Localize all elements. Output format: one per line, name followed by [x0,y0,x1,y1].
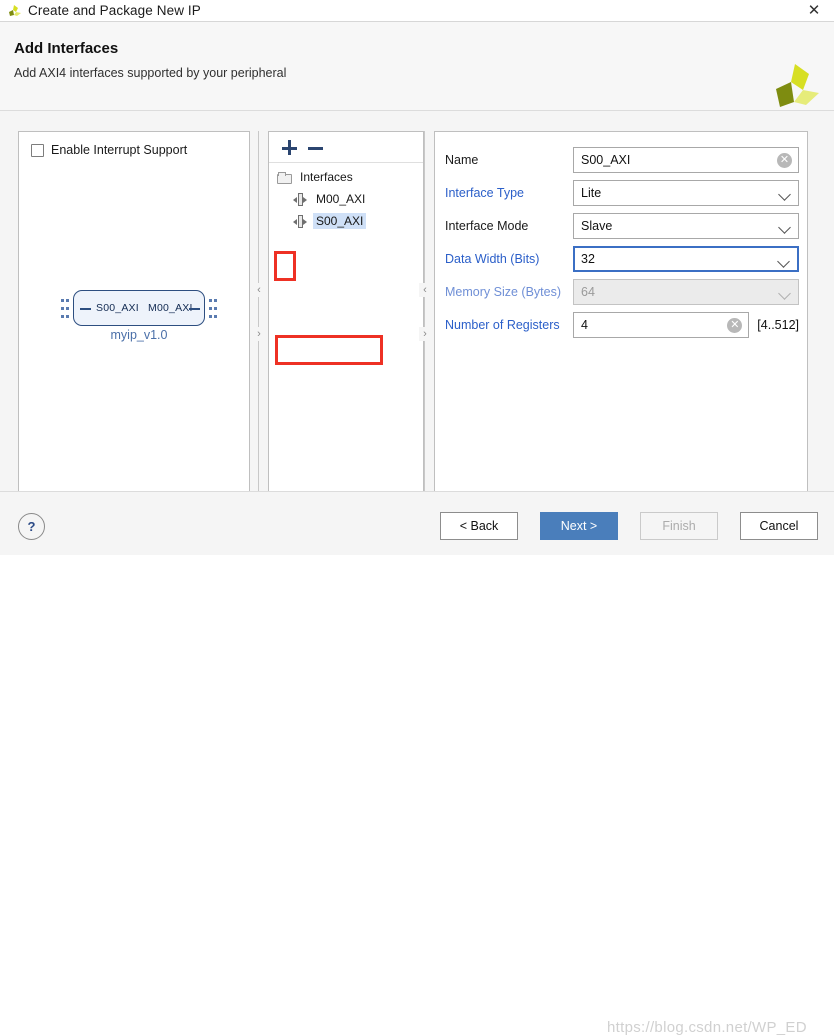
field-label-number-of-registers[interactable]: Number of Registers [445,318,573,332]
field-row-interface-mode: Interface Mode Slave [445,210,799,242]
xilinx-logo [768,62,820,110]
number-of-registers-range: [4..512] [757,318,799,332]
cancel-button[interactable]: Cancel [740,512,818,540]
field-row-name: Name S00_AXI ✕ [445,144,799,176]
add-interface-button[interactable] [279,138,299,158]
interface-type-value: Lite [581,186,602,200]
window-titlebar: Create and Package New IP ✕ [0,0,834,21]
watermark-text: https://blog.csdn.net/WP_ED [607,1019,807,1036]
field-row-memory-size: Memory Size (Bytes) 64 [445,276,799,308]
back-button-label: < Back [459,519,499,533]
splitter-bar [258,131,259,495]
tree-root-label: Interfaces [300,170,353,184]
slave-port-stub [80,308,91,310]
tree-root-interfaces[interactable]: Interfaces [269,166,423,188]
finish-button-label: Finish [662,519,696,533]
interface-type-select[interactable]: Lite [573,180,799,206]
help-button[interactable]: ? [18,513,45,540]
master-port-stub [189,308,200,310]
page-subtitle: Add AXI4 interfaces supported by your pe… [14,66,287,80]
close-icon[interactable]: ✕ [804,1,824,19]
splitter-bar [424,131,425,495]
interface-properties-form: Name S00_AXI ✕ Interface Type Lite Inter… [445,144,799,342]
expand-right-icon[interactable]: › [419,327,431,341]
memory-size-value: 64 [581,285,595,299]
bus-interface-icon [293,192,307,206]
page-title: Add Interfaces [14,40,119,57]
tree-item-label: S00_AXI [313,213,367,229]
tree-item-label: M00_AXI [316,192,366,206]
interface-mode-value: Slave [581,219,613,233]
tree-item-m00-axi[interactable]: M00_AXI [269,188,423,210]
collapse-left-icon[interactable]: ‹ [419,283,431,297]
memory-size-select: 64 [573,279,799,305]
collapse-left-icon[interactable]: ‹ [253,283,265,297]
interface-properties-panel: Name S00_AXI ✕ Interface Type Lite Inter… [434,131,808,495]
ip-block-diagram: S00_AXI M00_AXI myip_v1.0 [59,290,219,352]
wizard-footer: ? < Back Next > Finish Cancel https://bl… [0,492,834,1036]
interfaces-toolbar [269,132,423,163]
number-of-registers-value: 4 [581,318,588,332]
finish-button: Finish [640,512,718,540]
enable-interrupt-support-checkbox[interactable]: Enable Interrupt Support [31,143,187,157]
slave-port-label: S00_AXI [96,302,139,314]
cancel-button-label: Cancel [759,519,799,533]
left-pin-markers [61,299,69,318]
field-label-interface-mode: Interface Mode [445,219,529,233]
interface-mode-select[interactable]: Slave [573,213,799,239]
field-label-interface-type[interactable]: Interface Type [445,186,573,200]
interfaces-tree-panel: Interfaces M00_AXI S00_AXI [268,131,424,495]
chevron-down-icon [778,188,791,201]
wizard-header: Add Interfaces Add AXI4 interfaces suppo… [0,22,834,110]
ip-module-name: myip_v1.0 [110,328,168,342]
back-button[interactable]: < Back [440,512,518,540]
number-of-registers-input[interactable]: 4 ✕ [573,312,750,338]
chevron-down-icon [778,221,791,234]
clear-icon[interactable]: ✕ [727,318,743,333]
checkbox-box[interactable] [31,143,44,157]
wizard-body: Enable Interrupt Support S00_AXI M00_AXI [0,111,834,495]
splitter-left[interactable]: ‹ › [252,131,266,495]
ip-block-body[interactable]: S00_AXI M00_AXI [73,290,205,326]
checkbox-label: Enable Interrupt Support [51,143,188,157]
preview-panel: Enable Interrupt Support S00_AXI M00_AXI [18,131,250,495]
field-row-data-width: Data Width (Bits) 32 [445,243,799,275]
name-input[interactable]: S00_AXI ✕ [573,147,799,173]
data-width-value: 32 [581,252,595,266]
data-width-select[interactable]: 32 [573,246,799,272]
master-port-label: M00_AXI [148,302,193,314]
clear-icon[interactable]: ✕ [777,153,792,168]
remove-interface-button[interactable] [305,138,325,158]
field-label-data-width[interactable]: Data Width (Bits) [445,252,573,266]
folder-icon [277,171,292,184]
next-button[interactable]: Next > [540,512,618,540]
splitter-right[interactable]: ‹ › [418,131,432,495]
field-label-memory-size: Memory Size (Bytes) [445,285,561,299]
field-label-name: Name [445,153,479,167]
next-button-label: Next > [560,519,598,533]
right-pin-markers [209,299,217,318]
field-row-interface-type: Interface Type Lite [445,177,799,209]
interfaces-tree: Interfaces M00_AXI S00_AXI [269,166,423,232]
chevron-down-icon [778,287,791,300]
expand-right-icon[interactable]: › [253,327,265,341]
tree-item-s00-axi[interactable]: S00_AXI [269,210,423,232]
chevron-down-icon [777,255,790,268]
bus-interface-icon [293,214,307,228]
field-row-number-of-registers: Number of Registers 4 ✕ [4..512] [445,309,799,341]
name-input-value: S00_AXI [581,153,631,167]
window-title: Create and Package New IP [28,3,201,18]
vivado-app-icon [6,3,22,19]
